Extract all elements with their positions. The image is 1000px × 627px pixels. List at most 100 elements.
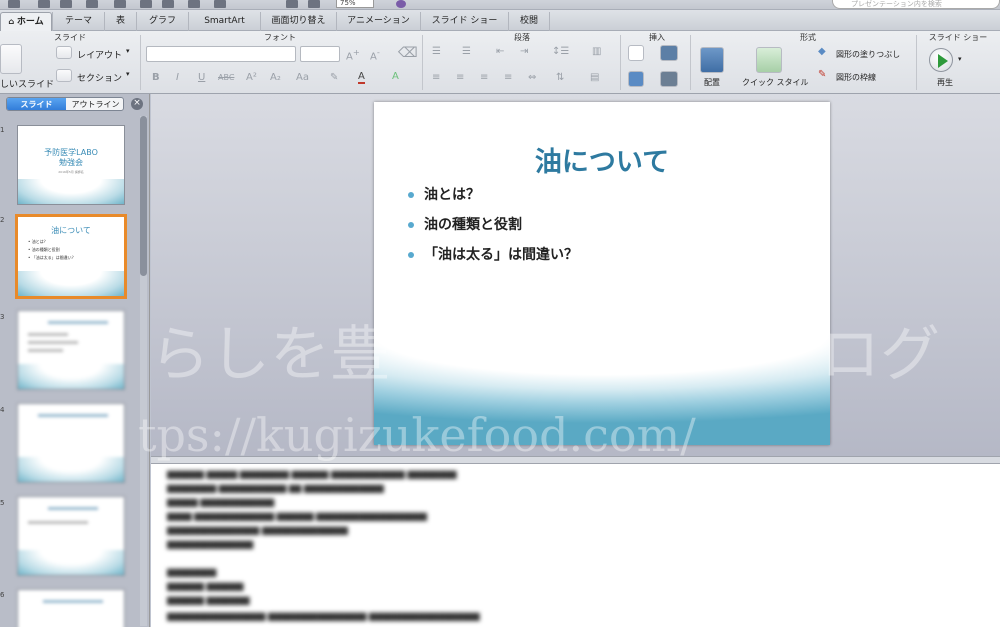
tab-smartart[interactable]: SmartArt — [188, 12, 260, 31]
thumbnail-line: • 油とは？ — [28, 239, 48, 244]
shape-outline-button[interactable]: 図形の枠線 — [836, 72, 876, 83]
change-case-icon[interactable]: Aa — [296, 72, 309, 83]
italic-icon[interactable]: I — [176, 72, 179, 83]
quick-style-icon[interactable] — [756, 47, 782, 73]
layout-button[interactable]: レイアウト — [77, 48, 122, 61]
align-left-icon[interactable]: ≡ — [432, 72, 440, 83]
outdent-icon[interactable]: ⇤ — [496, 46, 504, 57]
thumbnail-line: • 「油は太る」は間違い？ — [28, 255, 76, 260]
numbering-icon[interactable]: ☰ — [462, 46, 471, 57]
thumbnail-placeholder — [28, 341, 78, 344]
slide-thumbnail-3[interactable] — [17, 310, 125, 390]
paste-icon[interactable] — [162, 0, 174, 8]
play-icon[interactable] — [929, 48, 953, 72]
new-icon[interactable] — [8, 0, 20, 8]
slide-thumbnail-2[interactable]: 油について • 油とは？ • 油の種類と役割 • 「油は太る」は間違い？ — [15, 214, 127, 299]
zoom-select[interactable]: 75% — [336, 0, 374, 8]
align-text-icon[interactable]: ▤ — [590, 72, 599, 83]
ribbon-divider — [140, 35, 141, 90]
slide-thumbnail-5[interactable] — [17, 496, 125, 576]
superscript-icon[interactable]: A² — [246, 72, 257, 83]
tab-chart[interactable]: グラフ — [136, 12, 188, 31]
highlight-icon[interactable]: ✎ — [330, 72, 338, 83]
print-icon[interactable] — [86, 0, 98, 8]
text-effects-icon[interactable]: A — [392, 71, 399, 82]
indent-icon[interactable]: ⇥ — [520, 46, 528, 57]
current-slide[interactable]: 油について 油とは？ 油の種類と役割 「油は太る」は間違い？ — [374, 102, 830, 445]
play-button[interactable]: 再生 — [937, 77, 953, 88]
format-painter-icon[interactable] — [188, 0, 200, 8]
help-icon[interactable] — [396, 0, 406, 8]
font-size-input[interactable] — [300, 46, 340, 62]
section-button[interactable]: セクション — [77, 71, 122, 84]
new-slide-icon[interactable] — [0, 44, 22, 74]
panel-view-tabs: スライド アウトライン — [6, 97, 124, 111]
align-right-icon[interactable]: ≡ — [480, 72, 488, 83]
arrange-button[interactable]: 配置 — [704, 77, 720, 88]
chevron-down-icon: ▾ — [126, 47, 130, 55]
slide-thumbnail-4[interactable] — [17, 403, 125, 483]
new-slide-button[interactable]: しいスライド — [0, 77, 54, 90]
slide-thumbnail-1[interactable]: 予防医学LABO 勉強会 2016年5月 講師名 — [17, 125, 125, 205]
tab-animations[interactable]: アニメーション — [336, 12, 420, 31]
text-box-icon[interactable] — [628, 45, 644, 61]
line-spacing-icon[interactable]: ↕☰ — [552, 46, 569, 57]
tab-review[interactable]: 校閲 — [508, 12, 550, 31]
notes-pane[interactable]: ▇▇▇▇▇▇ ▇▇▇▇▇ ▇▇▇▇▇▇▇▇ ▇▇▇▇▇▇ ▇▇▇▇▇▇▇▇▇▇▇… — [151, 464, 1000, 627]
save-icon[interactable] — [60, 0, 72, 8]
gallery-icon[interactable] — [286, 0, 298, 8]
group-title-insert: 挿入 — [649, 33, 665, 42]
notes-line: ▇▇▇▇▇▇▇▇▇▇▇▇▇▇▇▇ ▇▇▇▇▇▇▇▇▇▇▇▇▇▇▇▇ ▇▇▇▇▇▇… — [167, 612, 480, 621]
clear-format-icon[interactable]: ⌫ — [398, 45, 418, 61]
slide-bullet: 油の種類と役割 — [408, 216, 578, 246]
strikethrough-icon[interactable]: ABC — [218, 73, 234, 82]
tab-transitions[interactable]: 画面切り替え — [260, 12, 336, 31]
font-grow-icon[interactable]: A+ — [346, 47, 360, 62]
undo-icon[interactable] — [214, 0, 226, 8]
shape-fill-button[interactable]: 図形の塗りつぶし — [836, 49, 900, 60]
scrollbar-thumb[interactable] — [140, 116, 147, 276]
justify-icon[interactable]: ≡ — [504, 72, 512, 83]
tab-home[interactable]: ⌂ ホーム — [0, 12, 52, 31]
columns-icon[interactable]: ▥ — [592, 46, 601, 57]
font-shrink-icon[interactable]: A- — [370, 47, 380, 62]
tab-theme[interactable]: テーマ — [52, 12, 104, 31]
sidebar-icon[interactable] — [308, 0, 320, 8]
arrange-icon[interactable] — [700, 47, 724, 73]
quick-style-button[interactable]: クイック スタイル — [742, 77, 809, 88]
search-input[interactable]: プレゼンテーション内を検索 — [832, 0, 1000, 9]
tab-table[interactable]: 表 — [104, 12, 136, 31]
bullets-icon[interactable]: ☰ — [432, 46, 441, 57]
tab-slides[interactable]: スライド — [7, 98, 66, 110]
shapes-icon[interactable] — [628, 71, 644, 87]
notes-line: ▇▇▇▇▇▇ ▇▇▇▇▇▇▇ — [167, 596, 250, 605]
picture-icon[interactable] — [660, 45, 678, 61]
slide-bullet-list[interactable]: 油とは？ 油の種類と役割 「油は太る」は間違い？ — [408, 186, 578, 276]
underline-icon[interactable]: U — [198, 72, 205, 83]
cut-icon[interactable] — [114, 0, 126, 8]
thumbnail-placeholder — [28, 349, 63, 352]
font-color-icon[interactable]: A — [358, 71, 365, 84]
thumbnail-scrollbar[interactable] — [140, 116, 147, 626]
align-center-icon[interactable]: ≡ — [456, 72, 464, 83]
notes-line: ▇▇▇▇▇ ▇▇▇▇▇▇▇▇▇▇▇▇ — [167, 498, 275, 507]
bold-icon[interactable]: B — [152, 72, 160, 83]
home-icon: ⌂ — [8, 17, 17, 26]
media-icon[interactable] — [660, 71, 678, 87]
slide-thumbnail-6[interactable] — [17, 589, 125, 627]
subscript-icon[interactable]: A₂ — [270, 72, 281, 83]
notes-splitter[interactable] — [151, 456, 1000, 464]
distribute-icon[interactable]: ⇔ — [528, 72, 536, 83]
tab-outline[interactable]: アウトライン — [66, 98, 123, 110]
tab-label: ホーム — [16, 17, 44, 27]
thumbnail-placeholder — [38, 414, 108, 417]
ribbon: スライド フォント 段落 挿入 形式 スライド ショー しいスライド レイアウト… — [0, 31, 1000, 94]
slide-number: 5 — [0, 499, 5, 507]
copy-icon[interactable] — [140, 0, 152, 8]
tab-slideshow[interactable]: スライド ショー — [420, 12, 508, 31]
text-direction-icon[interactable]: ⇅ — [556, 72, 564, 83]
slide-title[interactable]: 油について — [374, 140, 830, 179]
close-icon[interactable]: × — [131, 98, 143, 110]
open-icon[interactable] — [38, 0, 50, 8]
font-name-input[interactable] — [146, 46, 296, 62]
